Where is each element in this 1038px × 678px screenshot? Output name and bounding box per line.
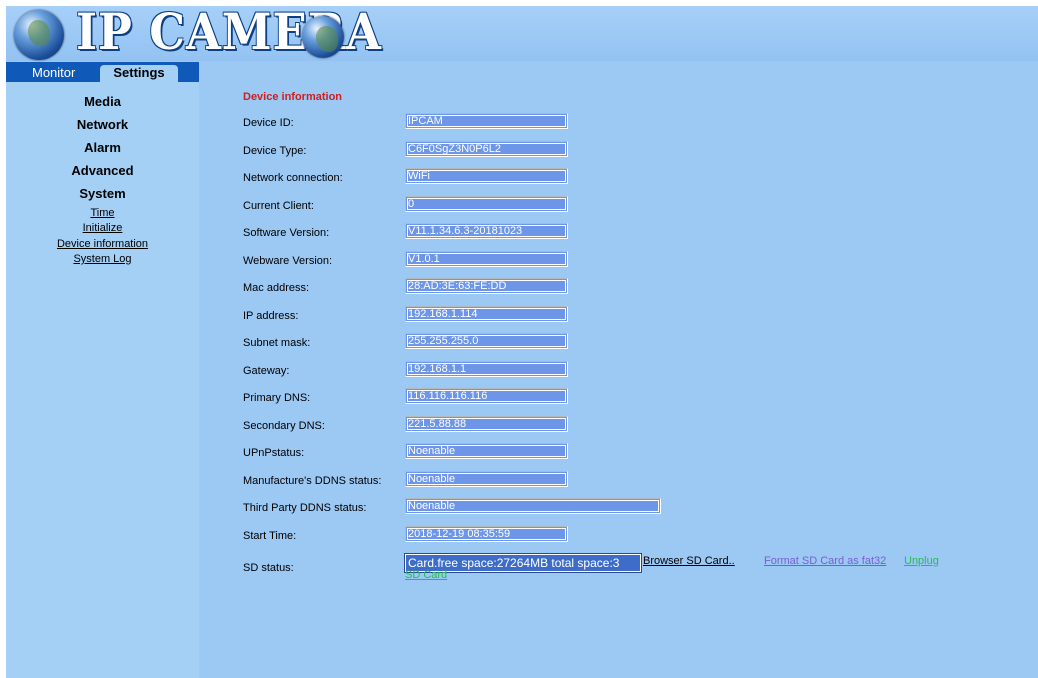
subnet-mask-field[interactable]: 255.255.255.0 [405,333,568,349]
ip-address-label: IP address: [243,310,299,322]
secondary-dns-field[interactable]: 221.5.88.88 [405,416,568,432]
network-connection-label: Network connection: [243,172,343,184]
mac-address-label: Mac address: [243,282,310,294]
browse-sd-card-button[interactable]: Browser SD Card.. [643,555,735,567]
sidebar-link-initialize[interactable]: Initialize [6,222,199,234]
manufacturer-ddns-status-field[interactable]: Noenable [405,471,568,487]
sidebar: Monitor Settings Media Network Alarm Adv… [6,62,199,678]
device-id-label: Device ID: [243,117,294,129]
tab-monitor[interactable]: Monitor [32,65,75,82]
globe-icon [14,10,64,60]
sidebar-item-system[interactable]: System [6,186,199,201]
start-time-field[interactable]: 2018-12-19 08:35:59 [405,526,568,542]
current-client-label: Current Client: [243,200,314,212]
section-title: Device information [243,91,343,103]
sidebar-link-device-information[interactable]: Device information [6,238,199,250]
sd-status-label: SD status: [243,562,294,574]
device-id-field[interactable]: IPCAM [405,113,568,129]
software-version-label: Software Version: [243,227,330,239]
format-sd-card-link[interactable]: Format SD Card as fat32 [764,555,886,567]
upnp-status-label: UPnPstatus: [243,447,305,459]
gateway-field[interactable]: 192.168.1.1 [405,361,568,377]
globe-icon [302,16,344,58]
sidebar-item-advanced[interactable]: Advanced [6,163,199,178]
device-type-field[interactable]: C6F0SgZ3N0P6L2 [405,141,568,157]
sidebar-item-network[interactable]: Network [6,117,199,132]
manufacturer-ddns-status-label: Manufacture's DDNS status: [243,475,382,487]
upnp-status-field[interactable]: Noenable [405,443,568,459]
start-time-label: Start Time: [243,530,297,542]
third-party-ddns-status-label: Third Party DDNS status: [243,502,367,514]
primary-dns-label: Primary DNS: [243,392,311,404]
header-banner: IP CAMERA [6,2,1038,61]
current-client-field[interactable]: 0 [405,196,568,212]
tab-bar: Monitor Settings [6,62,199,82]
tab-settings[interactable]: Settings [100,65,178,82]
device-type-label: Device Type: [243,145,307,157]
sidebar-link-time[interactable]: Time [6,207,199,219]
subnet-mask-label: Subnet mask: [243,337,311,349]
secondary-dns-label: Secondary DNS: [243,420,325,432]
ip-address-field[interactable]: 192.168.1.114 [405,306,568,322]
sidebar-item-media[interactable]: Media [6,94,199,109]
primary-dns-field[interactable]: 116.116.116.116 [405,388,568,404]
network-connection-field[interactable]: WiFi [405,168,568,184]
mac-address-field[interactable]: 28:AD:3E:63:FE:DD [405,278,568,294]
sidebar-item-alarm[interactable]: Alarm [6,140,199,155]
third-party-ddns-status-field[interactable]: Noenable [405,498,661,514]
software-version-field[interactable]: V11.1.34.6.3-20181023 [405,223,568,239]
gateway-label: Gateway: [243,365,290,377]
sidebar-link-system-log[interactable]: System Log [6,253,199,265]
webware-version-label: Webware Version: [243,255,333,267]
unplug-sd-card-link[interactable]: Unplug [904,555,939,567]
webware-version-field[interactable]: V1.0.1 [405,251,568,267]
unplug-sd-card-link-continued[interactable]: SD Card [405,569,447,581]
